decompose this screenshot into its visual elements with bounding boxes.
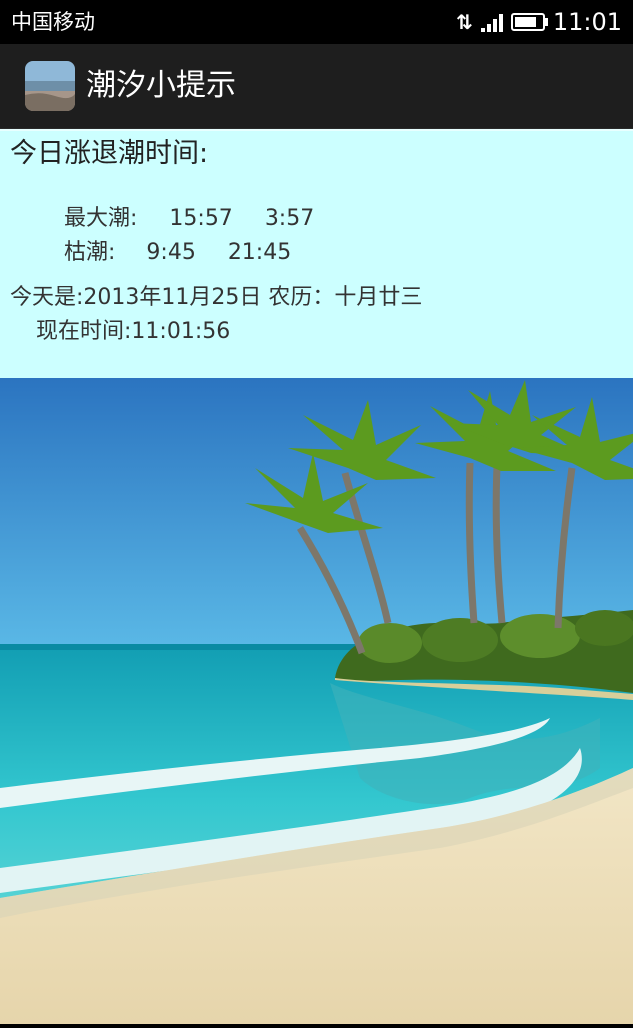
data-transfer-icon: ⇅ <box>456 10 473 34</box>
beach-background-image <box>0 378 633 1024</box>
signal-icon <box>480 12 503 32</box>
carrier-name: 中国移动 <box>11 10 95 34</box>
low-tide-time-1: 9:45 <box>146 240 196 265</box>
current-time: 现在时间:11:01:56 <box>36 319 231 344</box>
low-tide-time-2: 21:45 <box>227 240 292 265</box>
battery-icon <box>510 13 548 31</box>
status-time: 11:01 <box>552 8 622 36</box>
tide-heading: 今日涨退潮时间: <box>10 138 209 169</box>
action-bar: 潮汐小提示 <box>0 44 633 129</box>
low-tide-label: 枯潮: <box>63 240 116 265</box>
app-title: 潮汐小提示 <box>86 68 236 103</box>
app-icon[interactable] <box>25 61 75 111</box>
status-bar: 中国移动 ⇅ 11:01 <box>0 0 633 44</box>
today-date: 今天是:2013年11月25日 农历：十月廿三 <box>10 285 423 310</box>
tide-info-panel: 今日涨退潮时间: 最大潮: 15:57 3:57 枯潮: 9:45 21:45 今天是:… <box>0 129 633 380</box>
low-tide-row: 枯潮: 9:45 21:45 <box>36 211 291 295</box>
status-icons: ⇅ 11:01 <box>456 8 622 36</box>
